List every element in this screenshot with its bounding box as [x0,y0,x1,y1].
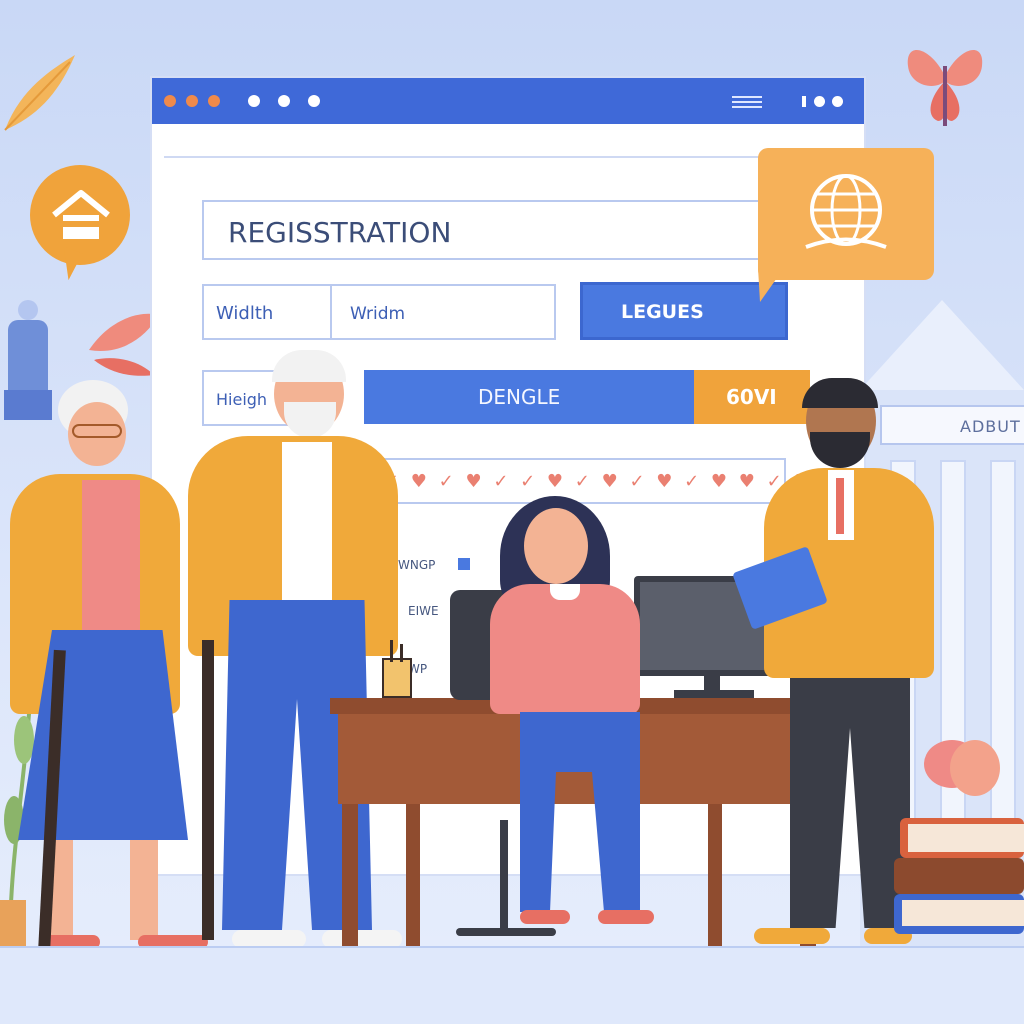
window-titlebar [152,78,864,124]
orange-dot[interactable] [186,95,198,107]
side-label-2: EIWE [408,604,439,618]
width-input[interactable]: Wridm [330,284,556,340]
globe-icon [805,174,887,249]
leagues-button[interactable]: LEGUES [580,282,788,340]
width-label-box: Widlth [202,284,332,340]
orange-dot[interactable] [164,95,176,107]
person-older-woman [0,380,208,951]
width-label: Widlth [216,303,274,324]
leaf-icon [4,55,75,131]
person-young-woman [480,490,670,950]
registration-title-field[interactable]: REGISSTRATION [202,200,762,260]
hamburger-icon[interactable] [732,96,762,108]
book-stack [894,740,1024,950]
registration-title: REGISSTRATION [228,216,452,249]
pencil-cup [382,640,412,698]
divider [164,156,854,158]
illustration-scene: ADBUT REGISSTRATION Widlth Wridm LEGUES … [0,0,1024,1024]
white-dot[interactable] [308,95,320,107]
floor [0,948,1024,1024]
white-dot[interactable] [248,95,260,107]
white-dot[interactable] [278,95,290,107]
home-icon [52,190,110,239]
orange-dot[interactable] [208,95,220,107]
butterfly-icon [907,49,983,126]
globe-bubble [758,148,934,302]
blue-marker [458,558,470,570]
dengle-button[interactable]: DENGLE [364,370,694,424]
home-bubble [30,165,130,265]
width-value: Wridm [350,304,406,324]
